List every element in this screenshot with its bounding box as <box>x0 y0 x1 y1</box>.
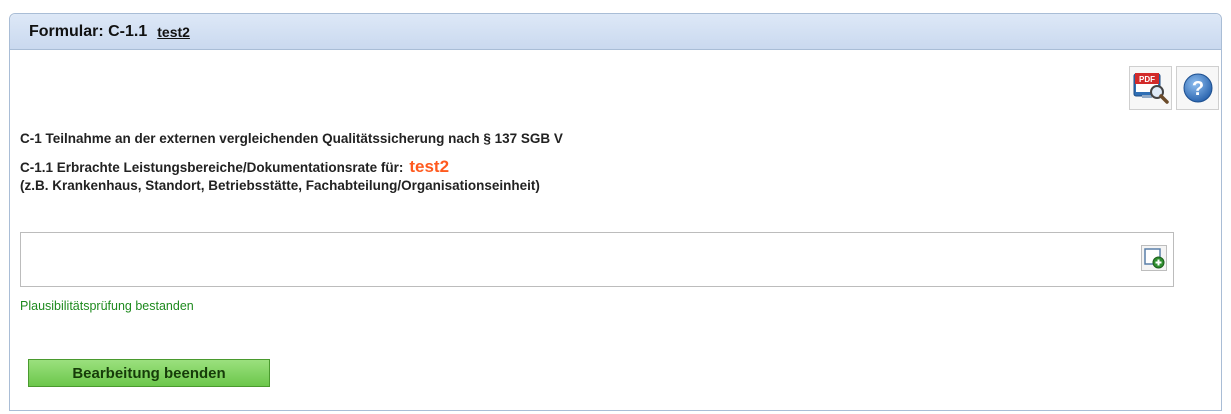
svg-text:?: ? <box>1191 78 1203 100</box>
toolbar: PDF ? <box>1129 66 1219 110</box>
pdf-preview-button[interactable]: PDF <box>1129 66 1172 110</box>
add-entry-button[interactable] <box>1141 245 1167 271</box>
page-title: Formular: C-1.1 <box>29 22 148 40</box>
validation-status: Plausibilitätsprüfung bestanden <box>20 299 194 313</box>
pdf-preview-icon: PDF <box>1133 73 1169 104</box>
title-link[interactable]: test2 <box>157 24 190 40</box>
form-panel: Formular: C-1.1 test2 <box>9 13 1222 411</box>
add-entry-icon <box>1144 248 1165 269</box>
help-button[interactable]: ? <box>1176 66 1219 110</box>
entry-field[interactable] <box>20 232 1174 287</box>
subsection-value: test2 <box>409 157 450 176</box>
subsection-hint: (z.B. Krankenhaus, Standort, Betriebsstä… <box>20 178 540 193</box>
subsection-label: C-1.1 Erbrachte Leistungsbereiche/Dokume… <box>20 160 404 175</box>
section-title: C-1 Teilnahme an der externen vergleiche… <box>20 131 563 146</box>
pdf-label: PDF <box>1139 75 1155 84</box>
help-icon: ? <box>1183 73 1212 103</box>
finish-editing-button[interactable]: Bearbeitung beenden <box>28 359 270 387</box>
form-content: C-1 Teilnahme an der externen vergleiche… <box>20 128 1211 195</box>
subsection-heading: C-1.1 Erbrachte Leistungsbereiche/Dokume… <box>20 158 1211 195</box>
panel-header: Formular: C-1.1 test2 <box>10 14 1221 50</box>
